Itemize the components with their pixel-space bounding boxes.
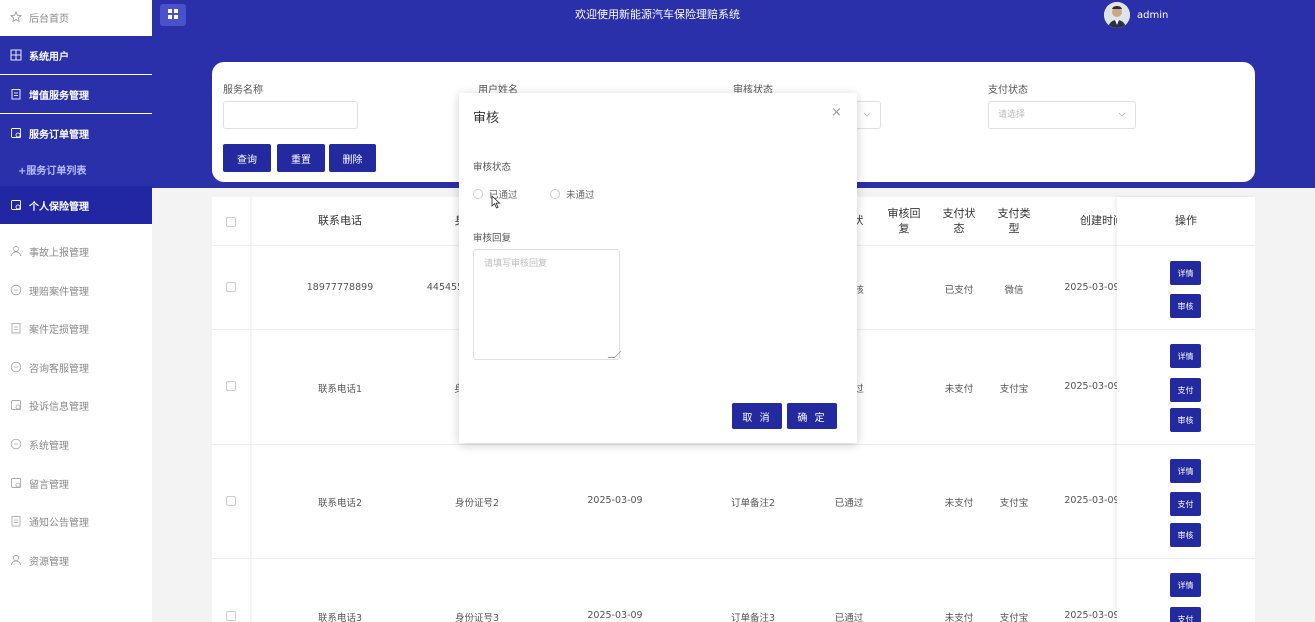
avatar <box>1104 2 1130 28</box>
pay-button[interactable]: 支付 <box>1170 607 1201 622</box>
detail-button[interactable]: 详情 <box>1170 344 1201 368</box>
grid-icon <box>10 49 22 61</box>
person-icon <box>10 245 22 257</box>
cell-created: 2025-03-09 <box>1064 495 1120 506</box>
cell-created: 2025-03-09 <box>1064 610 1120 621</box>
reset-button[interactable]: 重置 <box>277 144 325 172</box>
cell-pay-type: 支付宝 <box>999 613 1029 622</box>
cell-phone: 18977778899 <box>306 282 374 293</box>
detail-button[interactable]: 详情 <box>1170 261 1201 285</box>
cell-audit: 已通过 <box>834 498 864 509</box>
chevron-down-icon <box>1118 102 1126 139</box>
pay-status-select[interactable]: 请选择 <box>988 101 1136 129</box>
cursor-icon <box>491 195 501 212</box>
cell-created: 2025-03-09 <box>1064 381 1120 392</box>
operations-column: 操作 详情 审核 详情 支付 审核 详情 支付 审核 详情 支付 <box>1117 197 1255 622</box>
cell-pay-status: 已支付 <box>944 285 974 296</box>
radio-fail[interactable]: 未通过 <box>550 187 595 201</box>
row-checkbox[interactable] <box>226 282 236 292</box>
cell-pay-status: 未支付 <box>944 498 974 509</box>
cell-id: 445455 <box>426 282 464 293</box>
cell-pay-status: 未支付 <box>944 613 974 622</box>
clipboard-icon <box>10 322 22 334</box>
cell-date: 2025-03-09 <box>587 495 643 506</box>
sidebar-item-customer-service[interactable]: 咨询客服管理 <box>0 348 152 386</box>
clipboard-icon <box>10 88 22 100</box>
sidebar-item-value-added[interactable]: 增值服务管理 <box>0 75 152 113</box>
audit-dialog: 审核 × 审核状态 已通过 未通过 审核回复 请填写审核回复 取 消 确 定 <box>459 93 857 443</box>
sidebar-item-service-order-list[interactable]: +服务订单列表 <box>0 152 152 186</box>
cancel-button[interactable]: 取 消 <box>732 403 782 429</box>
row-checkbox[interactable] <box>226 611 236 621</box>
service-name-input[interactable] <box>223 101 358 129</box>
confirm-button[interactable]: 确 定 <box>787 403 837 429</box>
chat-icon <box>10 284 22 296</box>
detail-button[interactable]: 详情 <box>1170 459 1201 483</box>
username: admin <box>1137 9 1169 21</box>
audit-reply-label: 审核回复 <box>473 233 512 244</box>
header-reply: 审核回复 <box>887 206 921 235</box>
resize-handle-icon[interactable] <box>607 351 622 358</box>
row-checkbox[interactable] <box>226 496 236 506</box>
delete-button[interactable]: 删除 <box>329 144 376 172</box>
cell-pay-status: 未支付 <box>944 384 974 395</box>
sidebar-item-resources[interactable]: 资源管理 <box>0 541 152 579</box>
pay-button[interactable]: 支付 <box>1170 492 1201 516</box>
document-icon <box>10 477 22 489</box>
chevron-down-icon <box>863 102 871 139</box>
chat-icon <box>10 361 22 373</box>
document-icon <box>10 399 22 411</box>
document-icon <box>10 199 22 211</box>
cell-phone: 联系电话1 <box>317 384 363 395</box>
cell-note: 订单备注3 <box>730 613 776 622</box>
sidebar-item-system-management[interactable]: 系统管理 <box>0 425 152 463</box>
document-icon <box>10 127 22 139</box>
clipboard-icon <box>10 515 22 527</box>
select-all-checkbox[interactable] <box>226 217 236 227</box>
chat-icon <box>10 438 22 450</box>
detail-button[interactable]: 详情 <box>1170 573 1201 597</box>
cell-audit: 已通过 <box>834 613 864 622</box>
header-pay-type: 支付类型 <box>997 206 1031 235</box>
sidebar-item-claims[interactable]: 理赔案件管理 <box>0 271 152 309</box>
query-button[interactable]: 查询 <box>223 144 271 172</box>
audit-status-label: 审核状态 <box>473 162 512 173</box>
service-name-label: 服务名称 <box>223 85 263 96</box>
sidebar-item-service-orders[interactable]: 服务订单管理 <box>0 114 152 152</box>
header-pay-status: 支付状态 <box>942 206 976 235</box>
audit-button[interactable]: 审核 <box>1170 523 1201 547</box>
audit-button[interactable]: 审核 <box>1170 294 1201 318</box>
cell-note: 订单备注2 <box>730 498 776 509</box>
pay-status-label: 支付状态 <box>988 85 1028 96</box>
cell-pay-type: 支付宝 <box>999 498 1029 509</box>
cell-id: 身份证号3 <box>454 613 500 622</box>
row-checkbox[interactable] <box>226 381 236 391</box>
sidebar-item-system-users[interactable]: 系统用户 <box>0 36 152 74</box>
sidebar-item-accident-report[interactable]: 事故上报管理 <box>0 232 152 270</box>
cell-pay-type: 微信 <box>1004 285 1024 296</box>
dialog-title: 审核 <box>473 111 500 126</box>
cell-date: 2025-03-09 <box>587 610 643 621</box>
audit-reply-textarea[interactable]: 请填写审核回复 <box>473 249 622 360</box>
sidebar-item-notices[interactable]: 通知公告管理 <box>0 502 152 540</box>
sidebar: 后台首页 系统用户 增值服务管理 服务订单管理 +服务订单列表 个人保险管理 事… <box>0 0 152 622</box>
cell-phone: 联系电话3 <box>317 613 363 622</box>
sidebar-item-loss-assessment[interactable]: 案件定损管理 <box>0 309 152 347</box>
pay-button[interactable]: 支付 <box>1170 378 1201 402</box>
cell-pay-type: 支付宝 <box>999 384 1029 395</box>
audit-button[interactable]: 审核 <box>1170 408 1201 432</box>
cell-created: 2025-03-09 <box>1064 282 1120 293</box>
radio-circle <box>473 189 483 199</box>
sidebar-item-messages[interactable]: 留言管理 <box>0 464 152 502</box>
sidebar-item-complaints[interactable]: 投诉信息管理 <box>0 386 152 424</box>
sidebar-item-personal-insurance[interactable]: 个人保险管理 <box>0 186 152 224</box>
header-phone: 联系电话 <box>318 214 362 228</box>
radio-circle <box>550 189 560 199</box>
header-ops: 操作 <box>1175 214 1197 228</box>
user-menu[interactable]: admin <box>1104 2 1168 28</box>
person-icon <box>10 554 22 566</box>
cell-id: 身份证号2 <box>454 498 500 509</box>
cell-phone: 联系电话2 <box>317 498 363 509</box>
close-icon[interactable]: × <box>831 105 842 120</box>
